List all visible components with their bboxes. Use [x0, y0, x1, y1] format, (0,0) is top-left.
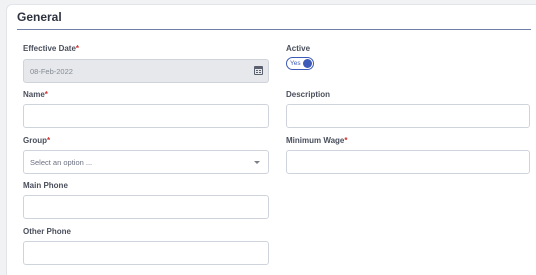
- section-title: General: [17, 10, 62, 24]
- description-label: Description: [286, 90, 331, 99]
- name-input[interactable]: [23, 104, 269, 128]
- other-phone-label: Other Phone: [23, 227, 72, 236]
- required-marker: *: [344, 136, 348, 145]
- group-select[interactable]: Select an option ...: [23, 150, 269, 174]
- name-label: Name*: [23, 90, 48, 99]
- other-phone-input[interactable]: [23, 241, 269, 265]
- toggle-knob: [303, 59, 312, 68]
- main-phone-label: Main Phone: [23, 181, 68, 190]
- effective-date-label: Effective Date*: [23, 44, 79, 53]
- calendar-icon[interactable]: [254, 66, 263, 75]
- group-label: Group*: [23, 136, 50, 145]
- group-label-text: Group: [23, 136, 47, 145]
- minimum-wage-input[interactable]: [286, 150, 530, 174]
- general-form-card: [6, 4, 536, 275]
- required-marker: *: [44, 90, 48, 99]
- effective-date-label-text: Effective Date: [23, 44, 76, 53]
- name-label-text: Name: [23, 90, 45, 99]
- group-select-placeholder: Select an option ...: [30, 157, 93, 167]
- active-toggle-text: Yes: [290, 60, 301, 67]
- chevron-down-icon[interactable]: [254, 161, 260, 164]
- main-phone-input[interactable]: [23, 195, 269, 219]
- active-toggle[interactable]: Yes: [286, 57, 314, 70]
- description-input[interactable]: [286, 104, 530, 128]
- required-marker: *: [47, 136, 51, 145]
- active-label: Active: [286, 44, 311, 53]
- required-marker: *: [75, 44, 80, 53]
- section-divider: [17, 29, 531, 30]
- minimum-wage-label: Minimum Wage*: [286, 136, 348, 145]
- effective-date-value: 08-Feb-2022: [30, 66, 73, 76]
- minimum-wage-label-text: Minimum Wage: [286, 136, 345, 145]
- effective-date-field[interactable]: 08-Feb-2022: [23, 59, 269, 83]
